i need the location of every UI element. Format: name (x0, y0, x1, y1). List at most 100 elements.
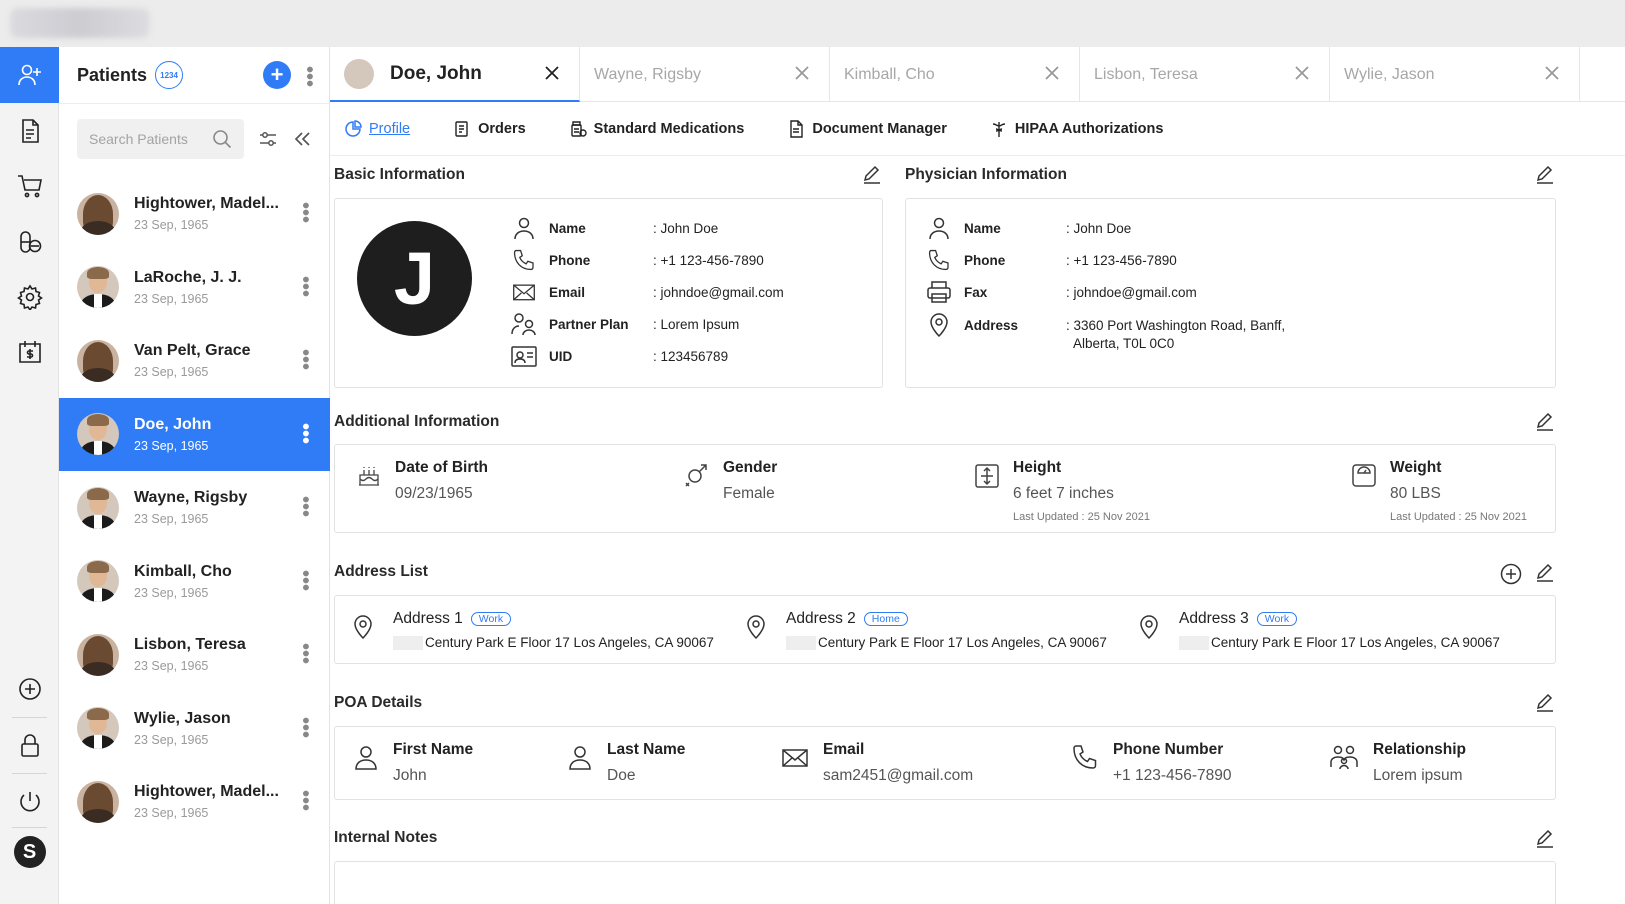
patient-tab[interactable]: Wylie, Jason (1330, 47, 1580, 102)
patient-dob: 23 Sep, 1965 (134, 732, 209, 747)
avatar (77, 707, 119, 749)
rail-power[interactable] (0, 774, 59, 830)
poa-value: +1 123-456-7890 (1113, 767, 1232, 784)
close-icon[interactable] (793, 64, 811, 82)
patient-list-item[interactable]: Hightower, Madel... 23 Sep, 1965 ••• (59, 765, 330, 838)
patient-list-item[interactable]: Doe, John 23 Sep, 1965 ••• (59, 397, 330, 471)
patient-menu-icon[interactable]: ••• (294, 349, 316, 370)
internal-notes-card (334, 861, 1556, 904)
phone-icon (1073, 745, 1097, 769)
patient-menu-icon[interactable]: ••• (294, 717, 316, 738)
close-icon[interactable] (1043, 64, 1061, 82)
rail-patients[interactable] (0, 47, 59, 103)
avatar (77, 560, 119, 602)
rail-lock[interactable] (0, 718, 59, 774)
filter-icon[interactable] (258, 129, 278, 149)
subnav-orders[interactable]: Orders (453, 120, 526, 138)
subnav-medications[interactable]: Standard Medications (569, 120, 745, 138)
rail-medications[interactable] (0, 214, 59, 270)
patient-tab[interactable]: Lisbon, Teresa (1080, 47, 1330, 102)
collapse-icon[interactable] (292, 129, 312, 149)
patient-menu-icon[interactable]: ••• (294, 276, 316, 297)
field-value: : +1 123-456-7890 (1066, 252, 1177, 268)
close-icon[interactable] (543, 64, 561, 82)
rail-user[interactable]: S (0, 824, 59, 880)
profile-subnav: Profile Orders Standard Medications Docu… (330, 102, 1625, 156)
avatar (77, 633, 119, 676)
patient-tab[interactable]: Kimball, Cho (830, 47, 1080, 102)
edit-address-icon[interactable] (1535, 563, 1555, 583)
patients-menu-icon[interactable]: ••• (298, 66, 320, 87)
poa-value: Lorem ipsum (1373, 767, 1463, 784)
patient-menu-icon[interactable]: ••• (294, 643, 316, 664)
lock-icon (20, 734, 39, 757)
user-avatar: S (13, 836, 46, 868)
search-box[interactable] (77, 119, 244, 159)
patient-menu-icon[interactable]: ••• (294, 790, 316, 811)
height-label: Height (1013, 459, 1062, 476)
patient-list-item[interactable]: Lisbon, Teresa 23 Sep, 1965 ••• (59, 618, 330, 691)
search-icon[interactable] (212, 129, 232, 149)
search-input[interactable] (89, 131, 209, 147)
patient-tab[interactable]: Wayne, Rigsby (580, 47, 830, 102)
patient-list-item[interactable]: Wayne, Rigsby 23 Sep, 1965 ••• (59, 471, 330, 544)
patient-tab[interactable]: Doe, John (330, 47, 580, 102)
field-value: : johndoe@gmail.com (653, 284, 784, 300)
edit-basic-icon[interactable] (862, 165, 882, 185)
close-icon[interactable] (1293, 64, 1311, 82)
rail-settings[interactable] (0, 269, 59, 325)
basic-field: Name: John Doe (511, 216, 718, 240)
location-pin-icon (747, 615, 765, 640)
field-label: Partner Plan (549, 316, 629, 332)
document-icon (21, 119, 39, 143)
cart-icon (17, 175, 42, 198)
location-pin-icon (930, 313, 948, 338)
add-patient-button[interactable]: + (263, 61, 291, 89)
field-label: UID (549, 348, 573, 364)
patient-list-item[interactable]: Kimball, Cho 23 Sep, 1965 ••• (59, 545, 330, 618)
power-icon (19, 792, 40, 812)
patient-list-item[interactable]: Van Pelt, Grace 23 Sep, 1965 ••• (59, 324, 330, 397)
person-icon (355, 746, 377, 770)
rail-billing[interactable] (0, 324, 59, 380)
patient-list-item[interactable]: Hightower, Madel... 23 Sep, 1965 ••• (59, 177, 330, 250)
patient-dob: 23 Sep, 1965 (134, 585, 209, 600)
poa-label: Relationship (1373, 741, 1467, 758)
field-value: : +1 123-456-7890 (653, 252, 764, 268)
patient-dob: 23 Sep, 1965 (134, 512, 209, 526)
id-card-icon (511, 346, 537, 367)
subnav-label: HIPAA Authorizations (1014, 120, 1164, 137)
field-label: Fax (964, 284, 988, 300)
patient-list-item[interactable]: Wylie, Jason 23 Sep, 1965 ••• (59, 692, 330, 765)
edit-poa-icon[interactable] (1535, 693, 1555, 713)
patient-name: Lisbon, Teresa (134, 636, 246, 653)
rail-cart[interactable] (0, 158, 59, 214)
patient-menu-icon[interactable]: ••• (294, 570, 316, 591)
edit-additional-icon[interactable] (1535, 412, 1555, 432)
patients-header: Patients 1234 + ••• (59, 47, 329, 104)
physician-info-title: Physician Information (905, 166, 1067, 183)
close-icon[interactable] (1543, 64, 1561, 82)
subnav-hipaa[interactable]: HIPAA Authorizations (990, 120, 1163, 138)
pills-icon (19, 231, 41, 253)
patients-panel: Patients 1234 + ••• Hightower, Madel... 2… (59, 47, 330, 904)
patient-name: Doe, John (134, 415, 212, 433)
patient-menu-icon[interactable]: ••• (294, 496, 316, 517)
rail-documents[interactable] (0, 103, 59, 159)
redacted-block (1179, 635, 1209, 650)
subnav-document-manager[interactable]: Document Manager (787, 119, 947, 138)
add-address-icon[interactable] (1500, 563, 1522, 585)
patient-menu-icon[interactable]: ••• (294, 202, 316, 223)
avatar (77, 192, 119, 235)
edit-physician-icon[interactable] (1535, 165, 1555, 185)
edit-notes-icon[interactable] (1535, 829, 1555, 849)
subnav-label: Standard Medications (593, 120, 745, 137)
document-icon (790, 119, 804, 138)
rail-add[interactable] (0, 661, 59, 717)
patient-avatar: J (357, 221, 472, 336)
patient-menu-icon[interactable]: ••• (294, 423, 316, 444)
subnav-profile[interactable]: Profile (344, 119, 410, 138)
patient-list-item[interactable]: LaRoche, J. J. 23 Sep, 1965 ••• (59, 251, 330, 324)
redacted-block (786, 635, 816, 650)
field-label: Email (549, 284, 586, 300)
